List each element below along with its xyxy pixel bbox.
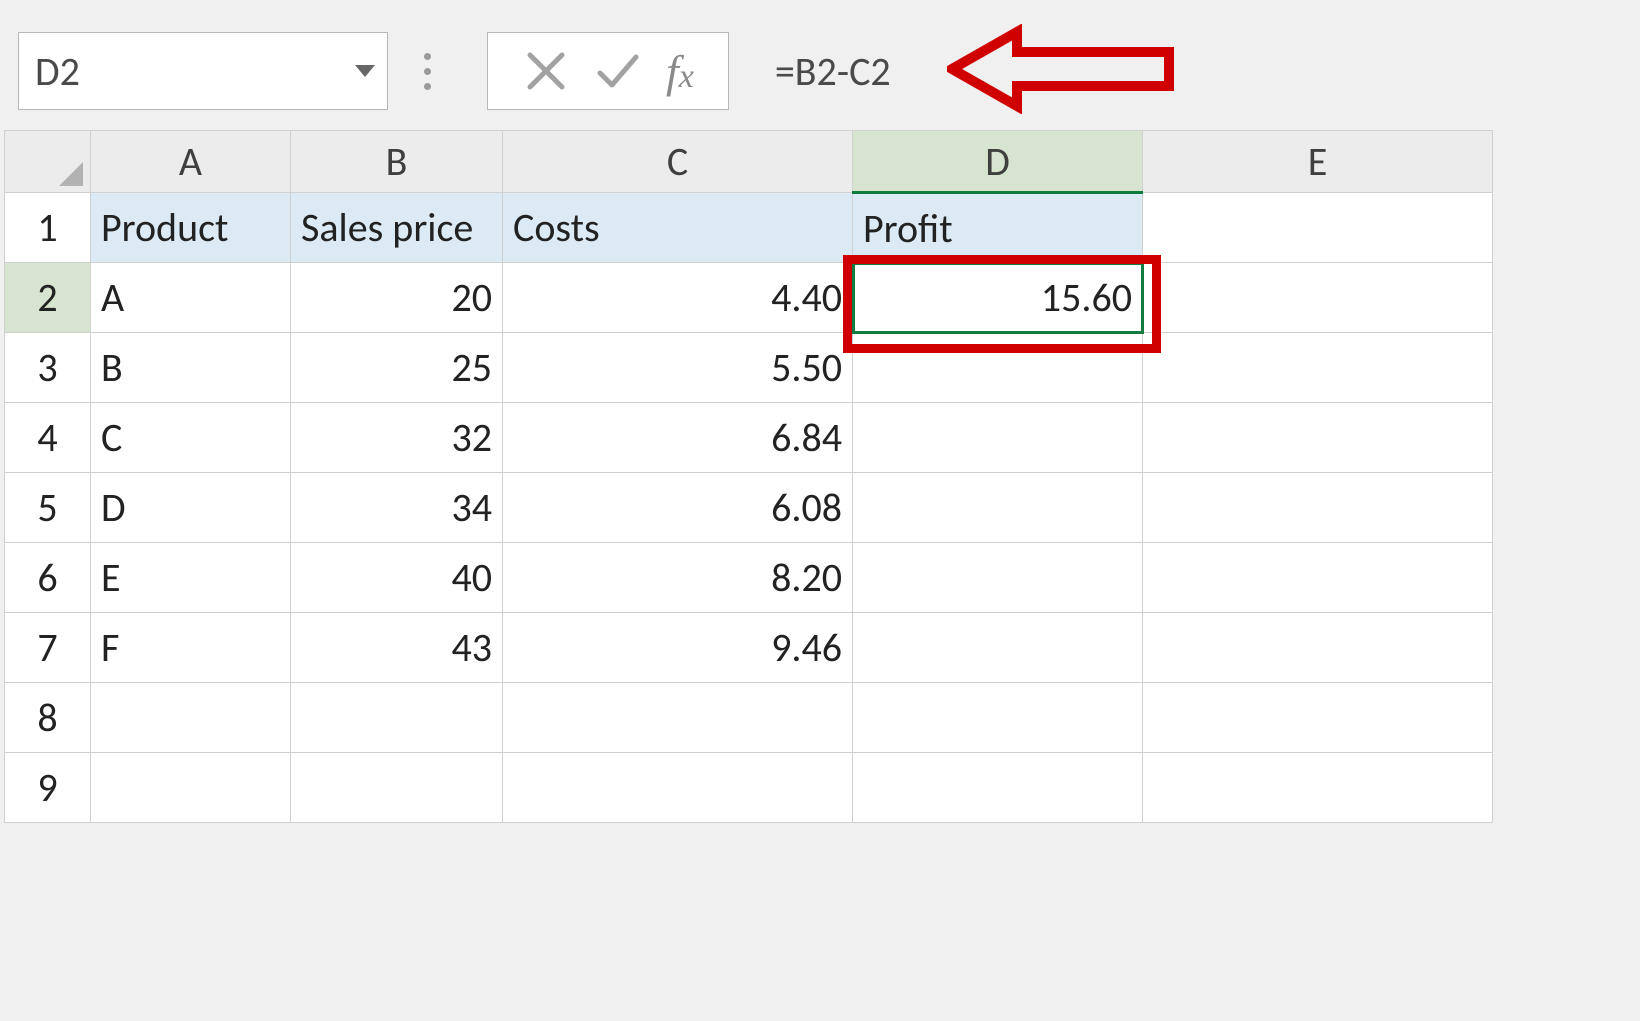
cell-C7[interactable]: 9.46 [503,613,853,683]
cell-B8[interactable] [291,683,503,753]
cell-C8[interactable] [503,683,853,753]
row-header-6[interactable]: 6 [5,543,91,613]
col-header-C[interactable]: C [503,131,853,193]
row-header-4[interactable]: 4 [5,403,91,473]
confirm-icon[interactable] [582,43,654,99]
cell-B2[interactable]: 20 [291,263,503,333]
cell-B3[interactable]: 25 [291,333,503,403]
cell-D6[interactable] [853,543,1143,613]
cell-C6[interactable]: 8.20 [503,543,853,613]
cell-C1[interactable]: Costs [503,193,853,263]
cell-D8[interactable] [853,683,1143,753]
cell-D7[interactable] [853,613,1143,683]
drag-handle-icon[interactable] [424,53,431,90]
row-header-8[interactable]: 8 [5,683,91,753]
cell-E5[interactable] [1143,473,1493,543]
cell-E4[interactable] [1143,403,1493,473]
cell-A2[interactable]: A [91,263,291,333]
fx-icon[interactable]: fx [654,45,706,98]
formula-input[interactable]: =B2-C2 [757,32,909,110]
cell-E8[interactable] [1143,683,1493,753]
cell-E7[interactable] [1143,613,1493,683]
cell-A1[interactable]: Product [91,193,291,263]
cell-B1[interactable]: Sales price [291,193,503,263]
formula-bar: D2 fx =B2-C2 [0,0,1640,130]
cell-A9[interactable] [91,753,291,823]
row-header-1[interactable]: 1 [5,193,91,263]
cancel-icon[interactable] [510,43,582,99]
cell-E6[interactable] [1143,543,1493,613]
formula-edit-group: fx [487,32,729,110]
cell-D5[interactable] [853,473,1143,543]
cell-E9[interactable] [1143,753,1493,823]
row-header-7[interactable]: 7 [5,613,91,683]
arrow-left-icon [947,24,1177,119]
col-header-A[interactable]: A [91,131,291,193]
cell-A5[interactable]: D [91,473,291,543]
cell-D4[interactable] [853,403,1143,473]
col-header-B[interactable]: B [291,131,503,193]
cell-A6[interactable]: E [91,543,291,613]
cell-C9[interactable] [503,753,853,823]
name-box-value: D2 [35,47,80,96]
cell-E2[interactable] [1143,263,1493,333]
cell-E1[interactable] [1143,193,1493,263]
col-header-E[interactable]: E [1143,131,1493,193]
cell-C4[interactable]: 6.84 [503,403,853,473]
cell-E3[interactable] [1143,333,1493,403]
row-header-3[interactable]: 3 [5,333,91,403]
cell-B5[interactable]: 34 [291,473,503,543]
cell-D9[interactable] [853,753,1143,823]
row-header-5[interactable]: 5 [5,473,91,543]
chevron-down-icon[interactable] [355,65,375,77]
cell-D1[interactable]: Profit [853,193,1143,263]
cell-A4[interactable]: C [91,403,291,473]
cell-C5[interactable]: 6.08 [503,473,853,543]
cell-D3[interactable] [853,333,1143,403]
cell-B9[interactable] [291,753,503,823]
spreadsheet-grid[interactable]: A B C D E 1 Product Sales price Costs Pr… [0,130,1493,823]
cell-B6[interactable]: 40 [291,543,503,613]
row-header-9[interactable]: 9 [5,753,91,823]
name-box[interactable]: D2 [18,32,388,110]
cell-A8[interactable] [91,683,291,753]
cell-B4[interactable]: 32 [291,403,503,473]
cell-C3[interactable]: 5.50 [503,333,853,403]
cell-D2[interactable]: 15.60 [853,263,1143,333]
select-all-corner[interactable] [5,131,91,193]
cell-B7[interactable]: 43 [291,613,503,683]
col-header-D[interactable]: D [853,131,1143,193]
cell-A3[interactable]: B [91,333,291,403]
cell-C2[interactable]: 4.40 [503,263,853,333]
row-header-2[interactable]: 2 [5,263,91,333]
cell-A7[interactable]: F [91,613,291,683]
